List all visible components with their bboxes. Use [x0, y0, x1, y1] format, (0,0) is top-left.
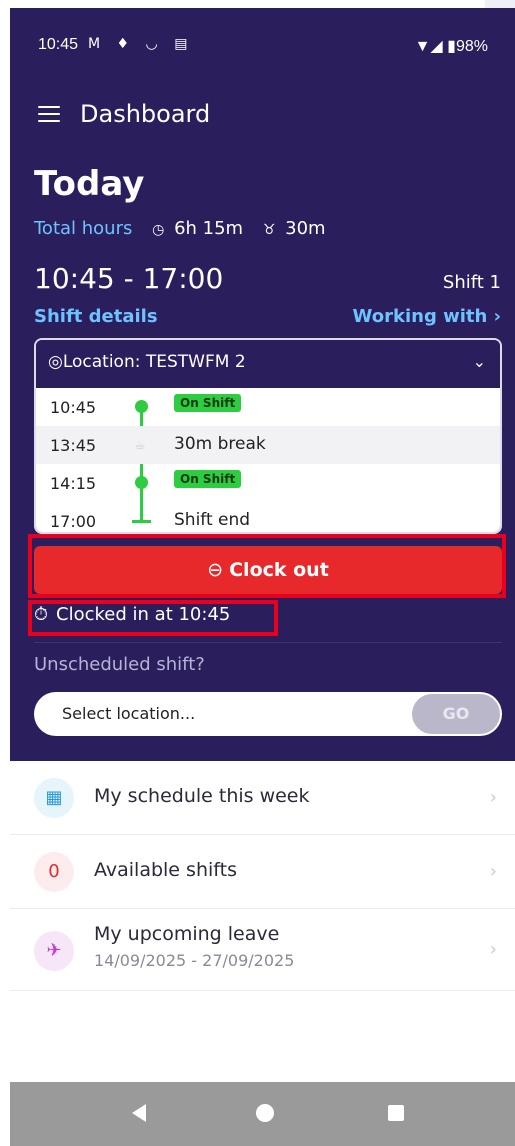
go-button[interactable]: GO — [412, 694, 500, 734]
location-card: ◎Location: TESTWFM 2 ⌄ 10:45 On Shift 13… — [34, 338, 502, 534]
timeline-time: 10:45 — [50, 398, 97, 417]
list-item-title: My schedule this week — [94, 785, 310, 807]
calendar-icon: ▦ — [34, 778, 74, 818]
timeline-time: 17:00 — [50, 512, 97, 531]
logout-icon: ⊖ — [207, 559, 224, 581]
total-hours-row: Total hours ◷ 6h 15m ♉ 30m — [34, 218, 326, 239]
on-shift-badge: On Shift — [174, 470, 242, 488]
menu-icon[interactable] — [38, 106, 60, 124]
shift-timeline: 10:45 On Shift 13:45 30m break 14:15 On … — [36, 388, 500, 532]
select-location-placeholder: Select location... — [62, 704, 196, 723]
timeline-time: 14:15 — [50, 474, 97, 493]
notification-icons: M ♦ ◡ ▤ — [88, 36, 194, 52]
clocked-in-label: Clocked in at 10:45 — [56, 604, 231, 625]
timeline-row: 10:45 On Shift — [36, 388, 500, 426]
today-heading: Today — [34, 164, 145, 204]
count-badge: 0 — [34, 852, 74, 892]
on-shift-badge: On Shift — [174, 394, 242, 412]
clocked-in-status: ⏱ Clocked in at 10:45 — [34, 604, 230, 634]
total-hours-label: Total hours — [34, 218, 133, 239]
timeline-text: Shift end — [174, 510, 251, 530]
location-label: ◎Location: TESTWFM 2 — [48, 352, 246, 372]
unscheduled-label: Unscheduled shift? — [34, 654, 205, 675]
status-bar: 10:45 M ♦ ◡ ▤ ▼◢ ▮98% — [38, 36, 488, 60]
phone-screen: 10:45 M ♦ ◡ ▤ ▼◢ ▮98% Dashboard Today To… — [10, 8, 515, 1146]
system-nav-bar — [10, 1082, 515, 1146]
status-time: 10:45 — [38, 36, 79, 53]
chevron-right-icon: › — [489, 787, 497, 808]
timeline-time: 13:45 — [50, 436, 97, 455]
shift-time: 10:45 - 17:00 — [34, 262, 224, 295]
break-value: 30m — [285, 218, 326, 239]
home-icon[interactable] — [256, 1104, 274, 1122]
chevron-right-icon: › — [489, 939, 497, 960]
location-dropdown[interactable]: ◎Location: TESTWFM 2 ⌄ — [36, 340, 500, 388]
shift-label: Shift 1 — [442, 272, 501, 293]
hours-value: 6h 15m — [174, 218, 244, 239]
status-right: ▼◢ ▮98% — [414, 38, 488, 55]
clock-icon: ◷ — [152, 222, 165, 238]
timeline-end — [132, 520, 151, 523]
list-item-title: Available shifts — [94, 859, 237, 881]
stopwatch-icon: ⏱ — [34, 604, 49, 625]
timeline-line — [140, 410, 143, 426]
timeline-row: 14:15 On Shift — [36, 464, 500, 502]
dashboard-header: 10:45 M ♦ ◡ ▤ ▼◢ ▮98% Dashboard Today To… — [10, 8, 515, 761]
timeline-text: 30m break — [174, 434, 266, 454]
left-margin — [0, 0, 10, 1146]
select-location-input[interactable]: Select location... GO — [34, 692, 502, 736]
timeline-line — [140, 464, 143, 522]
shift-details-link[interactable]: Shift details — [34, 306, 158, 327]
coffee-icon: ☕ — [134, 438, 146, 453]
timeline-row: 13:45 30m break — [36, 426, 500, 464]
recents-icon[interactable] — [388, 1105, 404, 1121]
timeline-dot — [135, 476, 148, 489]
timeline-row: 17:00 Shift end — [36, 502, 500, 532]
working-with-link[interactable]: Working with › — [353, 306, 501, 327]
list-item-upcoming-leave[interactable]: ✈ My upcoming leave 14/09/2025 - 27/09/2… — [10, 909, 515, 991]
chevron-right-icon: › — [489, 861, 497, 882]
chevron-down-icon: ⌄ — [472, 352, 486, 371]
list-item-available-shifts[interactable]: 0 Available shifts › — [10, 835, 515, 909]
clock-out-button[interactable]: ⊖ Clock out — [34, 546, 502, 594]
list-item-title: My upcoming leave — [94, 923, 280, 945]
coffee-icon: ♉ — [262, 222, 276, 238]
divider — [34, 642, 502, 643]
plane-icon: ✈ — [34, 931, 74, 971]
clock-out-label: Clock out — [229, 559, 329, 581]
page-title: Dashboard — [80, 100, 211, 128]
list-item-subtitle: 14/09/2025 - 27/09/2025 — [94, 951, 295, 970]
back-icon[interactable] — [132, 1104, 146, 1122]
list-item-schedule[interactable]: ▦ My schedule this week › — [10, 761, 515, 835]
